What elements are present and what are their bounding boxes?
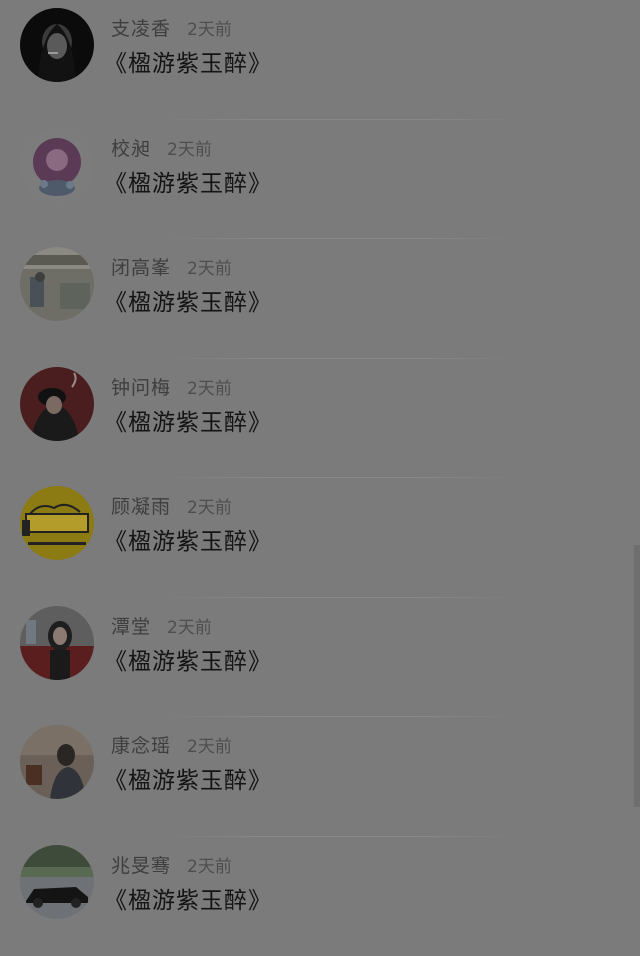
list-item[interactable]: 顾凝雨 2天前 《楹游紫玉醉》 xyxy=(0,478,640,598)
list-item[interactable]: 潭堂 2天前 《楹游紫玉醉》 xyxy=(0,598,640,718)
timestamp: 2天前 xyxy=(187,857,232,877)
avatar-car-icon xyxy=(20,845,94,919)
book-title[interactable]: 《楹游紫玉醉》 xyxy=(104,403,272,437)
book-title[interactable]: 《楹游紫玉醉》 xyxy=(104,881,272,915)
avatar-girl-red-icon xyxy=(20,606,94,680)
avatar-red-smoke-icon xyxy=(20,367,94,441)
book-title[interactable]: 《楹游紫玉醉》 xyxy=(104,642,272,676)
item-meta: 支凌香 2天前 xyxy=(111,14,232,40)
book-title[interactable]: 《楹游紫玉醉》 xyxy=(104,522,272,556)
user-name[interactable]: 校昶 xyxy=(111,138,151,160)
list-item[interactable]: 闭高峯 2天前 《楹游紫玉醉》 xyxy=(0,239,640,359)
list-item[interactable]: 兆旻骞 2天前 《楹游紫玉醉》 xyxy=(0,837,640,956)
user-name[interactable]: 潭堂 xyxy=(111,616,151,638)
avatar-man-cafe-icon xyxy=(20,725,94,799)
item-meta: 钟问梅 2天前 xyxy=(111,373,232,399)
comment-list: 支凌香 2天前 《楹游紫玉醉》 校昶 2天前 《楹游紫玉醉》 xyxy=(0,0,640,956)
avatar[interactable] xyxy=(20,845,94,919)
item-meta: 校昶 2天前 xyxy=(111,134,212,160)
user-name[interactable]: 顾凝雨 xyxy=(111,496,171,518)
list-item[interactable]: 支凌香 2天前 《楹游紫玉醉》 xyxy=(0,0,640,120)
avatar[interactable] xyxy=(20,725,94,799)
user-name[interactable]: 支凌香 xyxy=(111,18,171,40)
scrollbar[interactable] xyxy=(634,545,640,807)
user-name[interactable]: 兆旻骞 xyxy=(111,855,171,877)
book-title[interactable]: 《楹游紫玉醉》 xyxy=(104,283,272,317)
timestamp: 2天前 xyxy=(187,498,232,518)
item-meta: 闭高峯 2天前 xyxy=(111,253,232,279)
avatar-anime-purple-icon xyxy=(20,128,94,202)
timestamp: 2天前 xyxy=(167,140,212,160)
user-name[interactable]: 闭高峯 xyxy=(111,257,171,279)
timestamp: 2天前 xyxy=(187,20,232,40)
avatar[interactable] xyxy=(20,128,94,202)
avatar-street-photo-icon xyxy=(20,247,94,321)
timestamp: 2天前 xyxy=(167,618,212,638)
item-meta: 兆旻骞 2天前 xyxy=(111,851,232,877)
avatar[interactable] xyxy=(20,606,94,680)
list-item[interactable]: 钟问梅 2天前 《楹游紫玉醉》 xyxy=(0,359,640,479)
list-item[interactable]: 康念瑶 2天前 《楹游紫玉醉》 xyxy=(0,717,640,837)
avatar[interactable] xyxy=(20,367,94,441)
avatar-yellow-illustration-icon xyxy=(20,486,94,560)
item-meta: 康念瑶 2天前 xyxy=(111,731,232,757)
timestamp: 2天前 xyxy=(187,379,232,399)
user-name[interactable]: 钟问梅 xyxy=(111,377,171,399)
timestamp: 2天前 xyxy=(187,737,232,757)
list-item[interactable]: 校昶 2天前 《楹游紫玉醉》 xyxy=(0,120,640,240)
item-meta: 顾凝雨 2天前 xyxy=(111,492,232,518)
timestamp: 2天前 xyxy=(187,259,232,279)
avatar[interactable] xyxy=(20,8,94,82)
book-title[interactable]: 《楹游紫玉醉》 xyxy=(104,44,272,78)
user-name[interactable]: 康念瑶 xyxy=(111,735,171,757)
avatar[interactable] xyxy=(20,486,94,560)
avatar-girl-dark-icon xyxy=(20,8,94,82)
item-meta: 潭堂 2天前 xyxy=(111,612,212,638)
avatar[interactable] xyxy=(20,247,94,321)
book-title[interactable]: 《楹游紫玉醉》 xyxy=(104,164,272,198)
book-title[interactable]: 《楹游紫玉醉》 xyxy=(104,761,272,795)
